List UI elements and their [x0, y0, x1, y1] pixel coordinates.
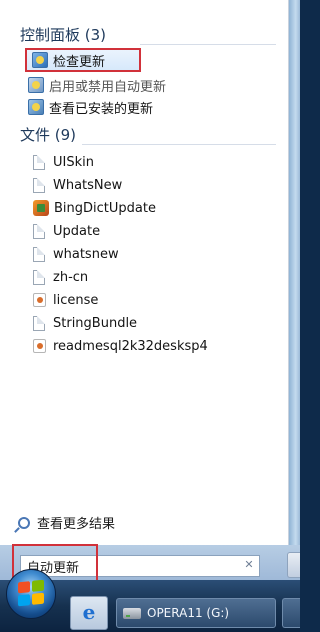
file-result-uiskin[interactable]: UISkin [33, 151, 283, 173]
document-icon [33, 246, 45, 262]
control-panel-group-title: 控制面板 (3) [20, 26, 107, 44]
file-result-license[interactable]: license [33, 289, 283, 311]
resource-file-icon [33, 293, 46, 307]
file-label: BingDictUpdate [54, 200, 156, 216]
windows-update-settings-icon [28, 77, 44, 93]
file-result-update[interactable]: Update [33, 220, 283, 242]
clear-x-icon[interactable]: ✕ [242, 558, 256, 572]
result-view-installed-updates[interactable]: 查看已安装的更新 [28, 96, 278, 118]
file-label: readmesql2k32desksp4 [53, 338, 208, 354]
taskbar-overflow-button[interactable] [282, 598, 300, 628]
file-label: license [53, 292, 99, 308]
file-result-whatsnew[interactable]: WhatsNew [33, 174, 283, 196]
file-label: StringBundle [53, 315, 138, 331]
file-label: UISkin [53, 154, 94, 170]
result-label: 查看已安装的更新 [49, 101, 154, 117]
file-label: whatsnew [53, 246, 119, 262]
search-input[interactable]: 自动更新 [20, 555, 260, 577]
windows-logo-icon [18, 579, 44, 607]
result-label: 启用或禁用自动更新 [49, 79, 167, 95]
see-more-label: 查看更多结果 [37, 517, 116, 532]
file-result-bingdictupdate[interactable]: BingDictUpdate [33, 197, 283, 219]
search-icon [18, 516, 30, 529]
document-icon [33, 177, 45, 193]
document-icon [33, 269, 45, 285]
file-result-whatsnew-lower[interactable]: whatsnew [33, 243, 283, 265]
installed-updates-icon [28, 99, 44, 115]
removable-drive-icon [123, 607, 141, 619]
files-group-title: 文件 (9) [20, 126, 77, 144]
file-label: WhatsNew [53, 177, 123, 193]
start-menu-right-pane [289, 0, 300, 545]
file-result-zh-cn[interactable]: zh-cn [33, 266, 283, 288]
start-menu-panel: 控制面板 (3) 检查更新 启用或禁用自动更新 查看已安装的更新 文件 (9) … [0, 0, 289, 545]
result-toggle-auto-updates[interactable]: 启用或禁用自动更新 [28, 74, 278, 96]
group-divider [140, 44, 276, 45]
file-label: zh-cn [53, 269, 89, 285]
windows-update-icon [32, 52, 48, 68]
result-label: 检查更新 [53, 54, 106, 70]
group-divider [82, 144, 276, 145]
file-label: Update [53, 223, 101, 239]
resource-file-icon [33, 339, 46, 353]
document-icon [33, 154, 45, 170]
file-result-readmesql[interactable]: readmesql2k32desksp4 [33, 335, 283, 357]
drive-button-label: OPERA11 (G:) [147, 606, 230, 620]
application-icon [33, 200, 49, 216]
see-more-results-link[interactable]: 查看更多结果 [18, 513, 115, 532]
result-check-for-updates[interactable]: 检查更新 [25, 48, 141, 72]
file-result-stringbundle[interactable]: StringBundle [33, 312, 283, 334]
document-icon [33, 315, 45, 331]
internet-explorer-icon: e [82, 600, 96, 624]
shutdown-button[interactable] [287, 552, 300, 578]
taskbar-drive-button[interactable]: OPERA11 (G:) [116, 598, 276, 628]
document-icon [33, 223, 45, 239]
